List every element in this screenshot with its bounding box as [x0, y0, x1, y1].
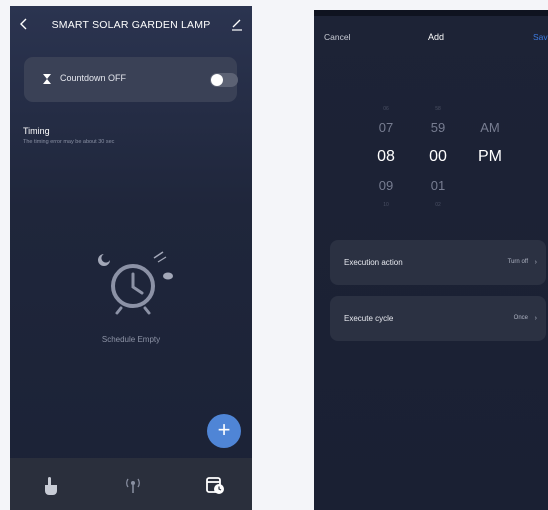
page-title: Add: [428, 32, 445, 42]
countdown-toggle[interactable]: [210, 73, 238, 87]
header: SMART SOLAR GARDEN LAMP: [10, 6, 252, 42]
cancel-button[interactable]: Cancel: [324, 32, 350, 42]
toggle-knob: [211, 74, 223, 86]
add-timer-screen: Cancel Add Save 06 07 08 09 10 58 59 00 …: [314, 10, 548, 510]
execution-action-value: Turn off: [507, 259, 528, 265]
execution-action-label: Execution action: [344, 258, 403, 267]
timing-title: Timing: [23, 126, 50, 136]
add-schedule-button[interactable]: +: [207, 414, 241, 448]
edit-icon[interactable]: [230, 17, 244, 31]
execution-action-row[interactable]: Execution action Turn off ›: [330, 240, 546, 285]
minute-selected: 00: [429, 148, 447, 165]
time-picker[interactable]: 06 07 08 09 10 58 59 00 01 02 AM PM: [314, 104, 548, 216]
empty-clock-icon: [98, 251, 173, 315]
ampm-above: AM: [480, 120, 500, 135]
minute-faint-bottom: 02: [435, 202, 441, 208]
countdown-label: Countdown OFF: [60, 73, 127, 83]
execute-cycle-value: Once: [513, 315, 528, 321]
bottom-tab-bar: [10, 458, 252, 510]
minute-below: 01: [430, 178, 446, 193]
antenna-icon[interactable]: [122, 474, 144, 496]
chevron-right-icon: ›: [534, 315, 537, 322]
hour-selected: 08: [377, 148, 395, 165]
ampm-selected: PM: [478, 148, 502, 165]
minute-above: 59: [430, 120, 446, 135]
ampm-spacer: [470, 104, 510, 114]
hour-wheel[interactable]: 06 07 08 09 10: [368, 104, 404, 210]
execute-cycle-label: Execute cycle: [344, 314, 394, 323]
hourglass-icon: [43, 74, 51, 84]
hour-below: 09: [378, 178, 394, 193]
hour-faint-top: 06: [383, 106, 389, 112]
hour-above: 07: [378, 120, 394, 135]
save-button[interactable]: Save: [533, 32, 548, 42]
timer-list-screen: SMART SOLAR GARDEN LAMP Countdown OFF Ti…: [10, 6, 252, 510]
ampm-wheel[interactable]: AM PM: [470, 104, 510, 172]
status-bar: [314, 10, 548, 16]
page-title: SMART SOLAR GARDEN LAMP: [51, 19, 211, 31]
hour-faint-bottom: 10: [383, 202, 389, 208]
minute-faint-top: 58: [435, 106, 441, 112]
chevron-right-icon: ›: [534, 259, 537, 266]
empty-state-text: Schedule Empty: [101, 335, 161, 344]
countdown-card: Countdown OFF: [24, 57, 238, 102]
minute-wheel[interactable]: 58 59 00 01 02: [420, 104, 456, 210]
schedule-icon[interactable]: [204, 474, 226, 496]
execute-cycle-row[interactable]: Execute cycle Once ›: [330, 296, 546, 341]
timing-note: The timing error may be about 30 sec: [23, 139, 115, 145]
hand-icon[interactable]: [40, 474, 62, 496]
